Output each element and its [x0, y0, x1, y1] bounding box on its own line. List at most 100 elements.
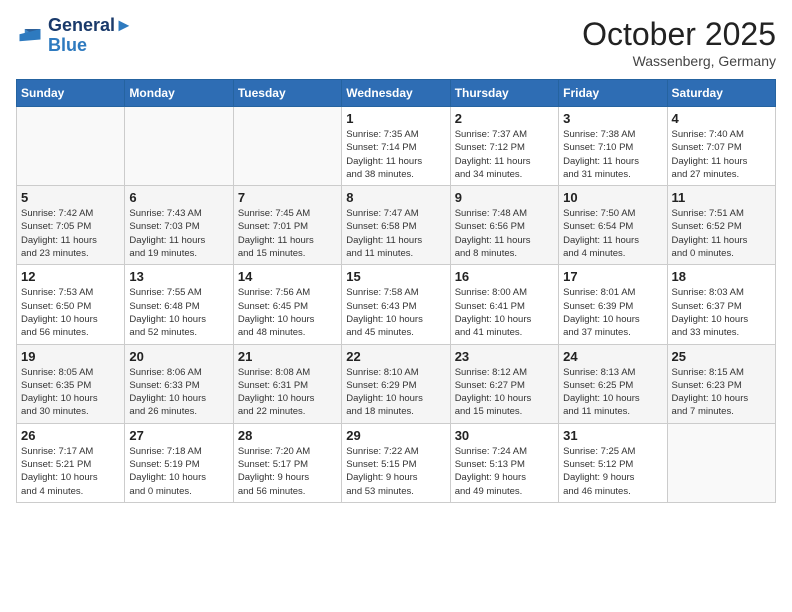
day-number: 5	[21, 190, 120, 205]
day-info: Sunrise: 7:48 AM Sunset: 6:56 PM Dayligh…	[455, 207, 554, 260]
day-number: 9	[455, 190, 554, 205]
calendar-table: SundayMondayTuesdayWednesdayThursdayFrid…	[16, 79, 776, 503]
weekday-header-saturday: Saturday	[667, 80, 775, 107]
calendar-cell: 1 Sunrise: 7:35 AM Sunset: 7:14 PM Daylig…	[342, 107, 450, 186]
logo-text: General► Blue	[48, 16, 133, 56]
day-info: Sunrise: 8:10 AM Sunset: 6:29 PM Dayligh…	[346, 366, 445, 419]
day-number: 23	[455, 349, 554, 364]
calendar-cell: 30 Sunrise: 7:24 AM Sunset: 5:13 PM Dayli…	[450, 423, 558, 502]
day-number: 1	[346, 111, 445, 126]
calendar-cell: 7Sunrise: 7:45 AM Sunset: 7:01 PM Daylig…	[233, 186, 341, 265]
day-info: Sunrise: 7:56 AM Sunset: 6:45 PM Dayligh…	[238, 286, 337, 339]
calendar-cell	[125, 107, 233, 186]
day-info: Sunrise: 7:45 AM Sunset: 7:01 PM Dayligh…	[238, 207, 337, 260]
logo-icon	[16, 22, 44, 50]
day-number: 11	[672, 190, 771, 205]
day-number: 28	[238, 428, 337, 443]
calendar-cell: 13 Sunrise: 7:55 AM Sunset: 6:48 PM Dayli…	[125, 265, 233, 344]
day-info: Sunrise: 7:42 AM Sunset: 7:05 PM Dayligh…	[21, 207, 120, 260]
calendar-cell: 14 Sunrise: 7:56 AM Sunset: 6:45 PM Dayli…	[233, 265, 341, 344]
calendar-cell: 4 Sunrise: 7:40 AM Sunset: 7:07 PM Daylig…	[667, 107, 775, 186]
day-info: Sunrise: 7:37 AM Sunset: 7:12 PM Dayligh…	[455, 128, 554, 181]
day-number: 24	[563, 349, 662, 364]
calendar-cell: 27 Sunrise: 7:18 AM Sunset: 5:19 PM Dayli…	[125, 423, 233, 502]
day-number: 27	[129, 428, 228, 443]
day-info: Sunrise: 7:18 AM Sunset: 5:19 PM Dayligh…	[129, 445, 228, 498]
day-info: Sunrise: 7:17 AM Sunset: 5:21 PM Dayligh…	[21, 445, 120, 498]
calendar-cell: 22 Sunrise: 8:10 AM Sunset: 6:29 PM Dayli…	[342, 344, 450, 423]
calendar-cell	[667, 423, 775, 502]
day-number: 4	[672, 111, 771, 126]
location-subtitle: Wassenberg, Germany	[582, 53, 776, 69]
weekday-header-friday: Friday	[559, 80, 667, 107]
calendar-cell: 28Sunrise: 7:20 AM Sunset: 5:17 PM Dayli…	[233, 423, 341, 502]
calendar-cell: 15 Sunrise: 7:58 AM Sunset: 6:43 PM Dayli…	[342, 265, 450, 344]
day-info: Sunrise: 8:01 AM Sunset: 6:39 PM Dayligh…	[563, 286, 662, 339]
day-number: 14	[238, 269, 337, 284]
weekday-header-tuesday: Tuesday	[233, 80, 341, 107]
day-number: 20	[129, 349, 228, 364]
calendar-cell: 20 Sunrise: 8:06 AM Sunset: 6:33 PM Dayli…	[125, 344, 233, 423]
day-number: 30	[455, 428, 554, 443]
day-info: Sunrise: 7:51 AM Sunset: 6:52 PM Dayligh…	[672, 207, 771, 260]
title-block: October 2025 Wassenberg, Germany	[582, 16, 776, 69]
day-info: Sunrise: 7:38 AM Sunset: 7:10 PM Dayligh…	[563, 128, 662, 181]
day-info: Sunrise: 7:24 AM Sunset: 5:13 PM Dayligh…	[455, 445, 554, 498]
day-info: Sunrise: 7:55 AM Sunset: 6:48 PM Dayligh…	[129, 286, 228, 339]
day-info: Sunrise: 7:58 AM Sunset: 6:43 PM Dayligh…	[346, 286, 445, 339]
day-number: 16	[455, 269, 554, 284]
day-number: 3	[563, 111, 662, 126]
calendar-cell: 16 Sunrise: 8:00 AM Sunset: 6:41 PM Dayli…	[450, 265, 558, 344]
day-info: Sunrise: 7:35 AM Sunset: 7:14 PM Dayligh…	[346, 128, 445, 181]
day-info: Sunrise: 8:08 AM Sunset: 6:31 PM Dayligh…	[238, 366, 337, 419]
day-info: Sunrise: 7:40 AM Sunset: 7:07 PM Dayligh…	[672, 128, 771, 181]
week-row-2: 5 Sunrise: 7:42 AM Sunset: 7:05 PM Daylig…	[17, 186, 776, 265]
weekday-header-thursday: Thursday	[450, 80, 558, 107]
calendar-cell	[17, 107, 125, 186]
day-number: 22	[346, 349, 445, 364]
calendar-cell: 6 Sunrise: 7:43 AM Sunset: 7:03 PM Daylig…	[125, 186, 233, 265]
day-number: 31	[563, 428, 662, 443]
day-info: Sunrise: 7:43 AM Sunset: 7:03 PM Dayligh…	[129, 207, 228, 260]
calendar-cell: 3 Sunrise: 7:38 AM Sunset: 7:10 PM Daylig…	[559, 107, 667, 186]
logo: General► Blue	[16, 16, 133, 56]
weekday-header-row: SundayMondayTuesdayWednesdayThursdayFrid…	[17, 80, 776, 107]
day-info: Sunrise: 8:15 AM Sunset: 6:23 PM Dayligh…	[672, 366, 771, 419]
day-number: 21	[238, 349, 337, 364]
weekday-header-monday: Monday	[125, 80, 233, 107]
day-info: Sunrise: 7:53 AM Sunset: 6:50 PM Dayligh…	[21, 286, 120, 339]
week-row-3: 12 Sunrise: 7:53 AM Sunset: 6:50 PM Dayli…	[17, 265, 776, 344]
day-info: Sunrise: 7:47 AM Sunset: 6:58 PM Dayligh…	[346, 207, 445, 260]
day-info: Sunrise: 7:22 AM Sunset: 5:15 PM Dayligh…	[346, 445, 445, 498]
weekday-header-sunday: Sunday	[17, 80, 125, 107]
calendar-cell: 2 Sunrise: 7:37 AM Sunset: 7:12 PM Daylig…	[450, 107, 558, 186]
day-number: 6	[129, 190, 228, 205]
day-number: 13	[129, 269, 228, 284]
calendar-cell	[233, 107, 341, 186]
day-number: 2	[455, 111, 554, 126]
day-info: Sunrise: 8:05 AM Sunset: 6:35 PM Dayligh…	[21, 366, 120, 419]
calendar-cell: 19Sunrise: 8:05 AM Sunset: 6:35 PM Dayli…	[17, 344, 125, 423]
calendar-cell: 26 Sunrise: 7:17 AM Sunset: 5:21 PM Dayli…	[17, 423, 125, 502]
day-number: 15	[346, 269, 445, 284]
day-number: 12	[21, 269, 120, 284]
week-row-4: 19Sunrise: 8:05 AM Sunset: 6:35 PM Dayli…	[17, 344, 776, 423]
day-info: Sunrise: 8:06 AM Sunset: 6:33 PM Dayligh…	[129, 366, 228, 419]
day-number: 8	[346, 190, 445, 205]
week-row-5: 26 Sunrise: 7:17 AM Sunset: 5:21 PM Dayli…	[17, 423, 776, 502]
day-info: Sunrise: 8:12 AM Sunset: 6:27 PM Dayligh…	[455, 366, 554, 419]
calendar-cell: 21 Sunrise: 8:08 AM Sunset: 6:31 PM Dayli…	[233, 344, 341, 423]
day-info: Sunrise: 8:00 AM Sunset: 6:41 PM Dayligh…	[455, 286, 554, 339]
day-info: Sunrise: 7:25 AM Sunset: 5:12 PM Dayligh…	[563, 445, 662, 498]
calendar-cell: 11 Sunrise: 7:51 AM Sunset: 6:52 PM Dayli…	[667, 186, 775, 265]
calendar-cell: 12 Sunrise: 7:53 AM Sunset: 6:50 PM Dayli…	[17, 265, 125, 344]
day-info: Sunrise: 8:03 AM Sunset: 6:37 PM Dayligh…	[672, 286, 771, 339]
calendar-cell: 31 Sunrise: 7:25 AM Sunset: 5:12 PM Dayli…	[559, 423, 667, 502]
calendar-cell: 25Sunrise: 8:15 AM Sunset: 6:23 PM Dayli…	[667, 344, 775, 423]
day-info: Sunrise: 8:13 AM Sunset: 6:25 PM Dayligh…	[563, 366, 662, 419]
calendar-cell: 24 Sunrise: 8:13 AM Sunset: 6:25 PM Dayli…	[559, 344, 667, 423]
day-number: 26	[21, 428, 120, 443]
calendar-cell: 10Sunrise: 7:50 AM Sunset: 6:54 PM Dayli…	[559, 186, 667, 265]
calendar-cell: 17Sunrise: 8:01 AM Sunset: 6:39 PM Dayli…	[559, 265, 667, 344]
calendar-cell: 8 Sunrise: 7:47 AM Sunset: 6:58 PM Daylig…	[342, 186, 450, 265]
